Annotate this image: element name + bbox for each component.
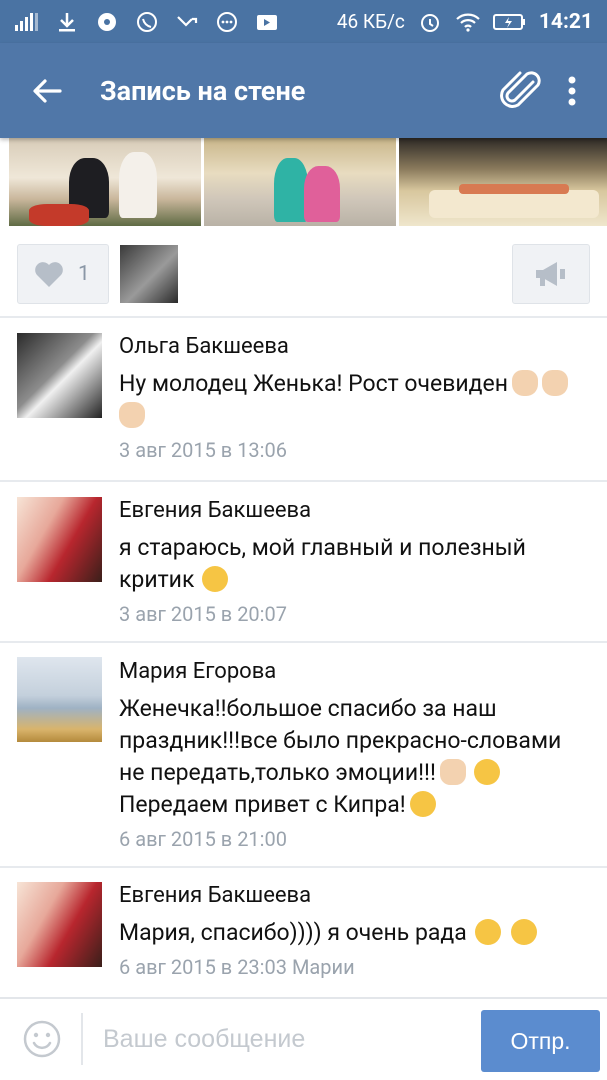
comment-date: 6 авг 2015 в 23:03 Марии — [119, 955, 355, 979]
face-blowing-kiss-icon — [473, 759, 500, 785]
comment-author[interactable]: Ольга Бакшеева — [119, 332, 589, 362]
signal-icon — [15, 12, 38, 31]
status-bar: 46 КБ/с 14:21 — [0, 0, 607, 43]
post-actions: 1 — [0, 244, 607, 306]
missed-call-icon — [177, 15, 198, 27]
music-icon — [98, 12, 116, 31]
post-photo[interactable] — [9, 138, 202, 226]
battery-icon — [492, 13, 525, 30]
avatar[interactable] — [120, 245, 178, 303]
comment-item[interactable]: Евгения Бакшеева я стараюсь, мой главный… — [0, 482, 607, 640]
alarm-icon — [420, 13, 439, 32]
paperclip-icon[interactable] — [495, 66, 545, 116]
video-icon — [257, 14, 277, 30]
likes-count: 1 — [78, 262, 90, 286]
more-vertical-icon[interactable] — [567, 75, 577, 107]
thumbs-up-icon — [439, 759, 466, 785]
avatar[interactable] — [17, 333, 102, 418]
comment-item[interactable]: Мария Егорова Женечка!!большое спасибо з… — [0, 643, 607, 865]
wifi-icon — [456, 13, 480, 32]
post-photo[interactable] — [399, 138, 607, 226]
like-button[interactable]: 1 — [17, 244, 109, 304]
arrow-left-icon[interactable] — [30, 74, 64, 108]
send-button[interactable]: Отпр. — [481, 1010, 600, 1072]
heart-icon — [35, 262, 63, 287]
smile-icon[interactable] — [22, 1019, 62, 1059]
share-button[interactable] — [512, 244, 590, 304]
post-photo[interactable] — [204, 138, 397, 226]
avatar[interactable] — [17, 657, 102, 742]
comment-text: Ну молодец Женька! Рост очевиден — [119, 368, 589, 432]
comment-text: я стараюсь, мой главный и полезный крити… — [119, 534, 526, 593]
message-input[interactable] — [103, 1015, 463, 1063]
input-divider — [81, 1013, 83, 1065]
comment-text: Мария, спасибо)))) я очень рада — [119, 917, 589, 949]
comment-author[interactable]: Евгения Бакшеева — [119, 496, 589, 526]
comment-item[interactable]: Ольга Бакшеева Ну молодец Женька! Рост о… — [0, 318, 607, 478]
comment-date: 3 авг 2015 в 20:07 — [119, 602, 287, 626]
message-input-bar: Отпр. — [0, 997, 607, 1080]
chat-icon — [217, 11, 237, 32]
comment-author[interactable]: Мария Егорова — [119, 657, 589, 687]
clapping-hands-icon — [119, 402, 145, 428]
clock: 14:21 — [538, 9, 593, 34]
viber-icon — [137, 11, 157, 32]
app-toolbar: Запись на стене — [0, 43, 607, 138]
comment-text: Женечка!!большое спасибо за наш праздник… — [119, 695, 562, 818]
winking-face-icon — [409, 791, 436, 817]
winking-face-icon — [202, 566, 229, 592]
clapping-hands-icon — [542, 370, 569, 396]
app-screen: 46 КБ/с 14:21 Запись на стене 1 Ольга Ба… — [0, 0, 607, 1080]
megaphone-icon — [536, 262, 565, 286]
post-photos — [0, 138, 607, 228]
winking-face-with-tongue-icon — [474, 919, 501, 945]
comment-author[interactable]: Евгения Бакшеева — [119, 881, 589, 911]
network-speed: 46 КБ/с — [336, 10, 405, 33]
download-icon — [59, 12, 75, 31]
comment-item[interactable]: Евгения Бакшеева Мария, спасибо)))) я оч… — [0, 868, 607, 996]
winking-face-with-tongue-icon — [510, 919, 537, 945]
avatar[interactable] — [17, 497, 102, 582]
page-title: Запись на стене — [100, 74, 306, 107]
clapping-hands-icon — [512, 370, 539, 396]
comment-date: 6 авг 2015 в 21:00 — [119, 827, 287, 851]
avatar[interactable] — [17, 882, 102, 967]
comment-date: 3 авг 2015 в 13:06 — [119, 438, 287, 462]
